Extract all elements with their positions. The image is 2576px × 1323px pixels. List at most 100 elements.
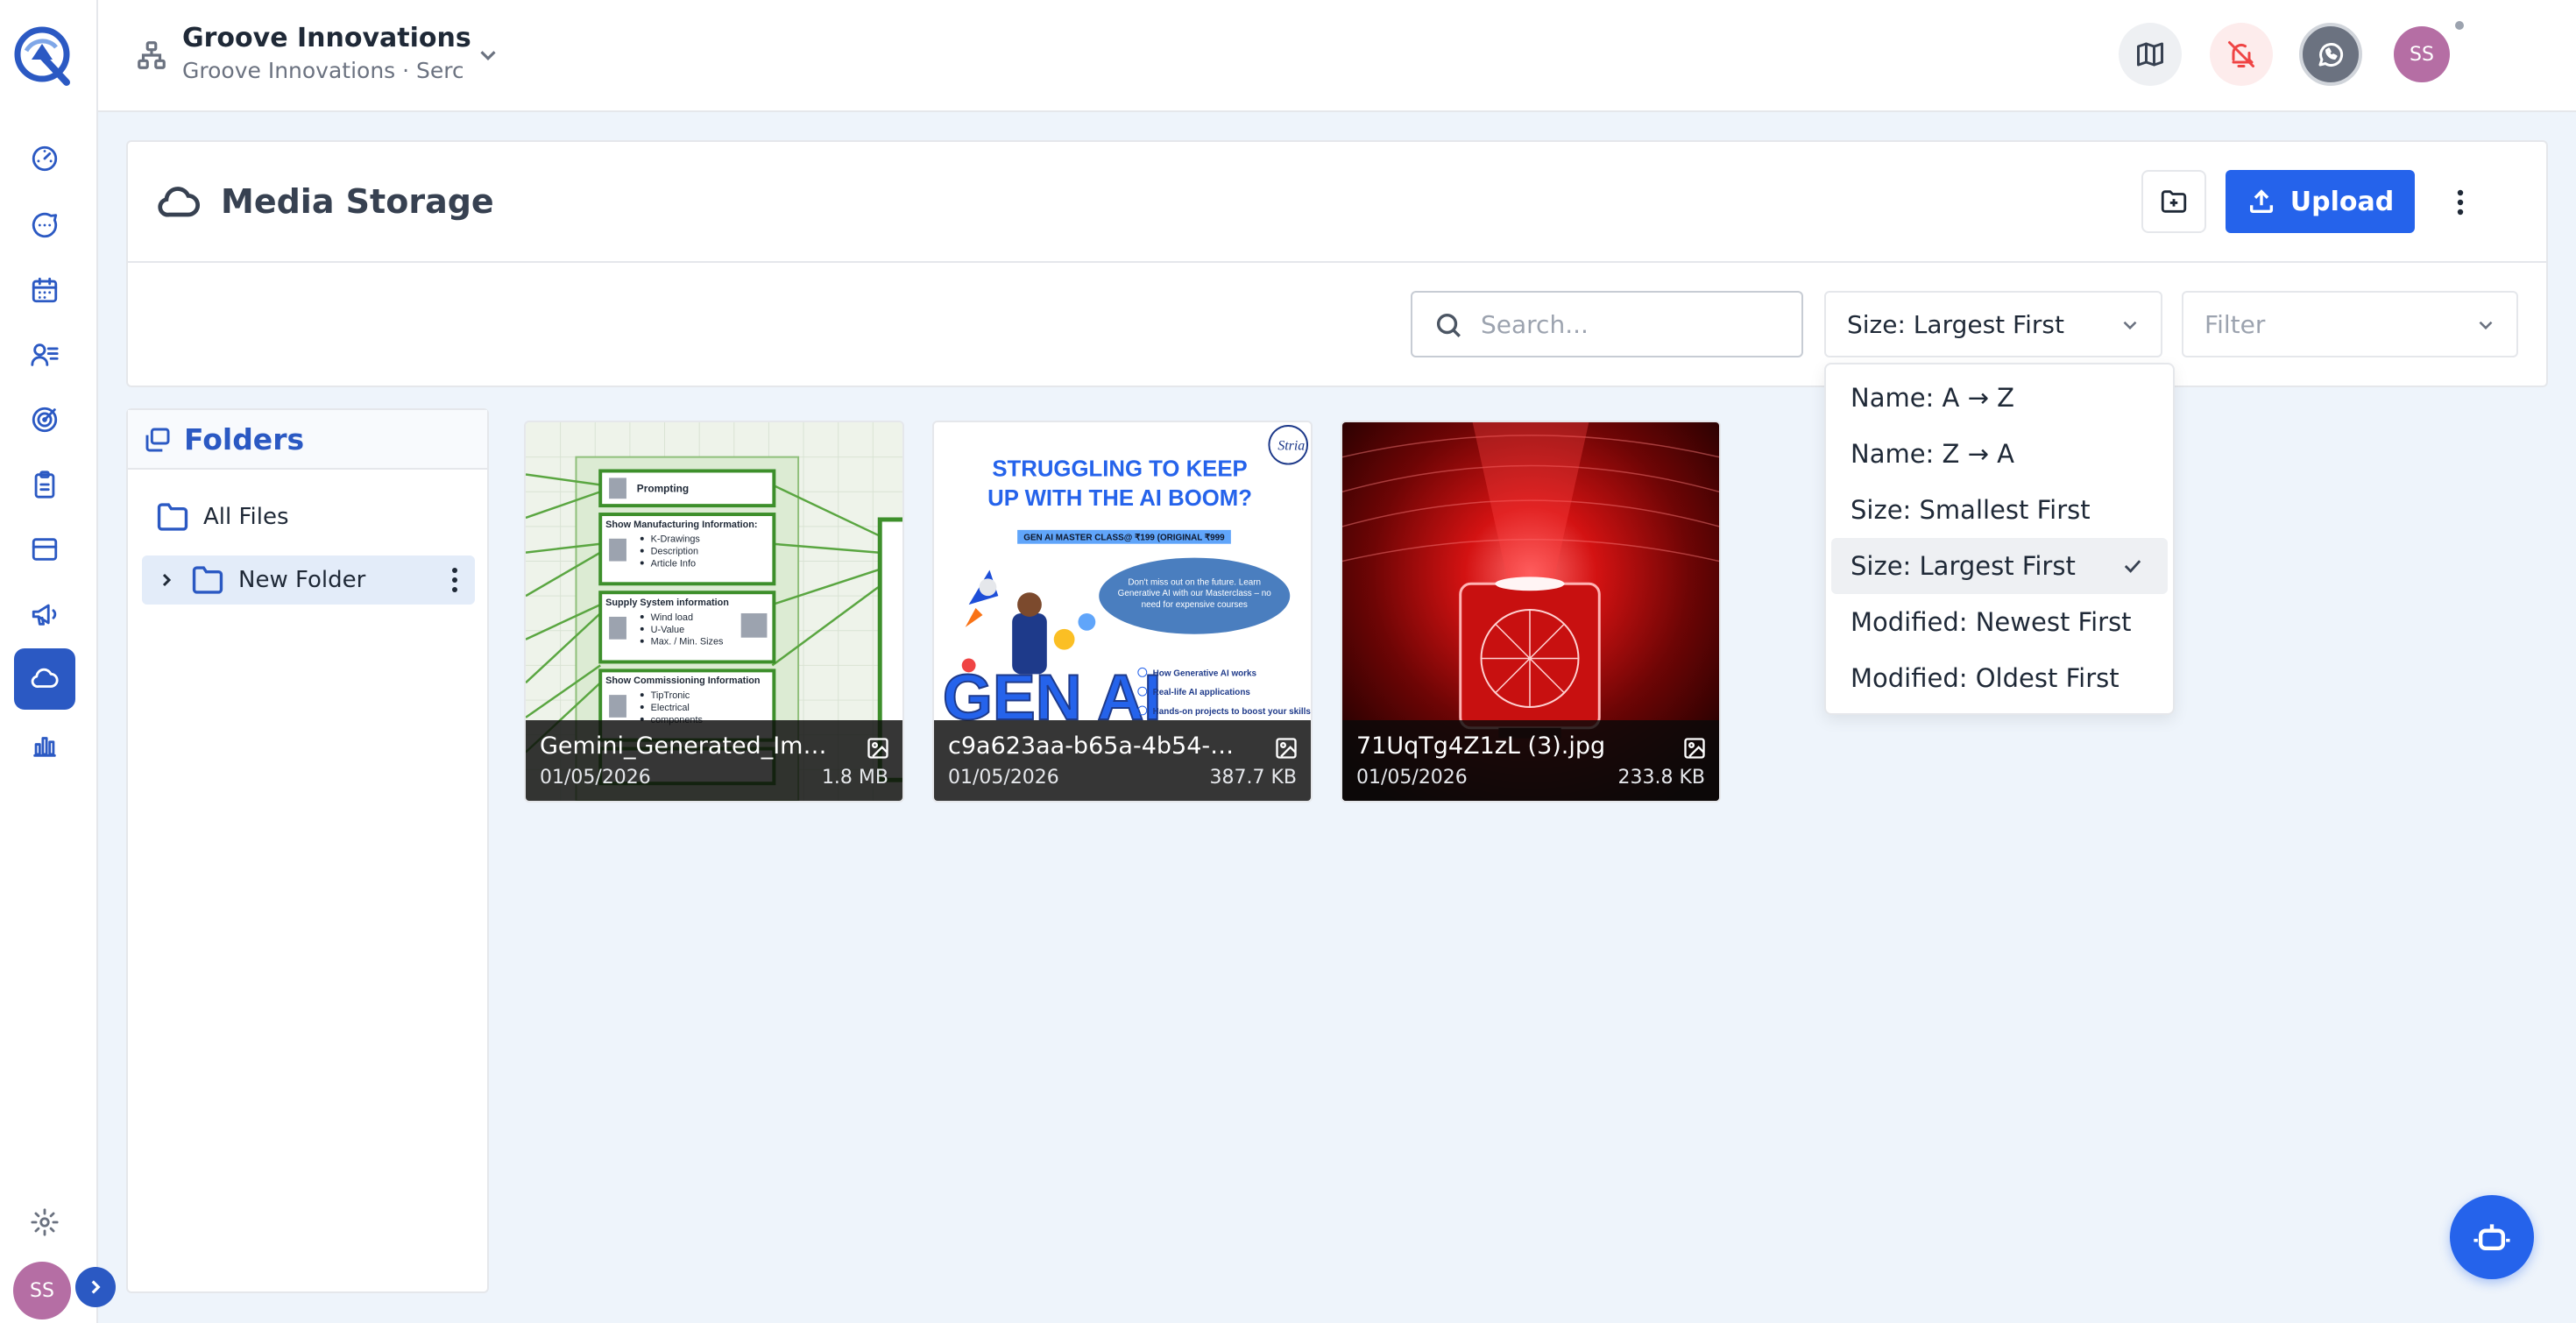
notifications-muted-button[interactable] — [2210, 23, 2273, 86]
image-icon — [1274, 736, 1299, 761]
folder-item-all-files[interactable]: All Files — [142, 492, 475, 541]
file-info-bar: 71UqTg4Z1zL (3).jpg 01/05/2026 233.8 KB — [1342, 720, 1719, 801]
upload-icon — [2249, 189, 2273, 214]
file-name: c9a623aa-b65a-4b54-8... — [948, 732, 1246, 760]
thumb2-bullet-1: How Generative AI works — [1153, 669, 1257, 678]
chevron-down-icon — [2123, 321, 2137, 330]
folder-icon — [192, 566, 223, 594]
thumb1-box4-line1: TipTronic — [651, 690, 690, 701]
nav-conversations[interactable] — [14, 195, 75, 256]
sort-select[interactable]: Size: Largest First — [1824, 291, 2162, 357]
bar-chart-icon — [33, 737, 56, 757]
search-icon — [1436, 313, 1461, 337]
more-options-button[interactable] — [2443, 180, 2478, 224]
clipboard-icon — [34, 470, 55, 499]
nav-dashboard[interactable] — [14, 128, 75, 189]
nav-inbox[interactable] — [14, 519, 75, 580]
sort-option-modified-oldest[interactable]: Modified: Oldest First — [1831, 650, 2168, 706]
file-card[interactable]: Prompting Show Manufacturing Information… — [524, 421, 904, 803]
chevron-right-icon[interactable] — [156, 570, 177, 591]
megaphone-icon — [32, 604, 57, 626]
inbox-icon — [32, 538, 58, 561]
folders-header: Folders — [128, 410, 487, 470]
nav-opportunities[interactable] — [14, 389, 75, 450]
check-icon — [2120, 554, 2145, 578]
nav-tasks[interactable] — [14, 454, 75, 515]
chevron-down-icon — [2479, 321, 2493, 330]
sort-option-size-asc[interactable]: Size: Smallest First — [1831, 482, 2168, 538]
whatsapp-icon — [2318, 43, 2344, 67]
filter-select-placeholder: Filter — [2204, 309, 2266, 339]
folder-icon — [157, 503, 188, 531]
file-card[interactable]: 71UqTg4Z1zL (3).jpg 01/05/2026 233.8 KB — [1341, 421, 1721, 803]
file-info-bar: c9a623aa-b65a-4b54-8... 01/05/2026 387.7… — [934, 720, 1311, 801]
sort-dropdown-menu: Name: A → Z Name: Z → A Size: Smallest F… — [1824, 363, 2175, 715]
org-switcher-chevron[interactable] — [475, 42, 501, 68]
thumb2-bullet-3: Hands-on projects to boost your skills — [1153, 707, 1311, 717]
filter-select[interactable]: Filter — [2182, 291, 2518, 357]
thumb1-box2-title: Show Manufacturing Information: — [605, 520, 757, 530]
thumb2-bubble-text: Don't miss out on the future. Learn Gene… — [1117, 577, 1271, 611]
map-button[interactable] — [2119, 23, 2182, 86]
org-name[interactable]: Groove Innovations — [182, 23, 471, 53]
sort-option-name-desc[interactable]: Name: Z → A — [1831, 426, 2168, 482]
sort-option-label: Modified: Newest First — [1851, 607, 2132, 637]
sort-option-modified-newest[interactable]: Modified: Newest First — [1831, 594, 2168, 650]
file-card[interactable]: Stria STRUGGLING TO KEEP UP WITH THE AI … — [932, 421, 1313, 803]
file-date: 01/05/2026 — [1356, 767, 1468, 789]
map-icon — [2137, 42, 2163, 67]
sidebar-user-avatar[interactable]: SS — [13, 1262, 71, 1319]
org-subtitle[interactable]: Groove Innovations · Serc... — [182, 58, 463, 83]
cloud-icon — [156, 180, 202, 226]
contacts-icon — [31, 343, 59, 366]
folder-label: New Folder — [238, 567, 366, 593]
nav-settings[interactable] — [14, 1192, 75, 1253]
top-bar: Groove Innovations Groove Innovations · … — [98, 0, 2576, 112]
sidebar-expand-button[interactable] — [75, 1267, 116, 1307]
nav-calendar[interactable] — [14, 259, 75, 321]
calendar-icon — [32, 277, 58, 303]
file-date: 01/05/2026 — [540, 767, 651, 789]
app-logo-icon[interactable] — [11, 21, 77, 88]
media-storage-header: Media Storage Upload Size: Largest First… — [126, 140, 2548, 387]
header-divider — [128, 261, 2546, 263]
assistant-bot-button[interactable] — [2450, 1195, 2534, 1279]
cloud-icon — [31, 668, 59, 688]
thumb2-badge: GEN AI MASTER CLASS@ ₹199 (ORIGINAL ₹999 — [1023, 534, 1225, 543]
folders-panel: Folders All Files New Folder — [126, 408, 489, 1293]
nav-media-storage[interactable] — [14, 648, 75, 710]
nav-reports[interactable] — [14, 715, 75, 776]
file-date: 01/05/2026 — [948, 767, 1059, 789]
search-input[interactable] — [1481, 301, 1787, 347]
file-info-bar: Gemini_Generated_Ima... 01/05/2026 1.8 M… — [526, 720, 902, 801]
kebab-icon[interactable] — [450, 566, 459, 594]
thumb1-box2-line1: K-Drawings — [651, 534, 701, 545]
thumb1-box3-line3: Max. / Min. Sizes — [651, 637, 724, 647]
nav-contacts[interactable] — [14, 324, 75, 386]
upload-label: Upload — [2289, 186, 2395, 217]
whatsapp-button[interactable] — [2299, 23, 2362, 86]
sort-option-size-desc[interactable]: Size: Largest First — [1831, 538, 2168, 594]
org-switcher-icon[interactable] — [135, 39, 168, 72]
new-folder-button[interactable] — [2141, 170, 2206, 233]
upload-button[interactable]: Upload — [2226, 170, 2415, 233]
nav-marketing[interactable] — [14, 584, 75, 645]
user-avatar[interactable]: SS — [2394, 26, 2450, 82]
sort-option-name-asc[interactable]: Name: A → Z — [1831, 370, 2168, 426]
thumb1-box2-line3: Article Info — [651, 558, 696, 569]
left-nav-rail: SS — [0, 0, 98, 1323]
file-size: 1.8 MB — [821, 767, 888, 789]
folders-icon — [145, 428, 170, 452]
search-field[interactable] — [1411, 291, 1803, 357]
sort-option-label: Modified: Oldest First — [1851, 663, 2120, 693]
bell-off-icon — [2228, 41, 2254, 67]
thumb2-bullet-2: Real-life AI applications — [1153, 688, 1251, 697]
gear-icon — [31, 1208, 59, 1236]
folder-item-new-folder[interactable]: New Folder — [142, 555, 475, 605]
file-size: 233.8 KB — [1617, 767, 1706, 789]
thumb2-logo: Stria — [1277, 439, 1305, 454]
chevron-down-icon — [480, 51, 496, 60]
thumb1-box3-line2: U-Value — [651, 625, 684, 635]
chevron-right-icon — [91, 1280, 101, 1294]
target-icon — [32, 407, 58, 433]
